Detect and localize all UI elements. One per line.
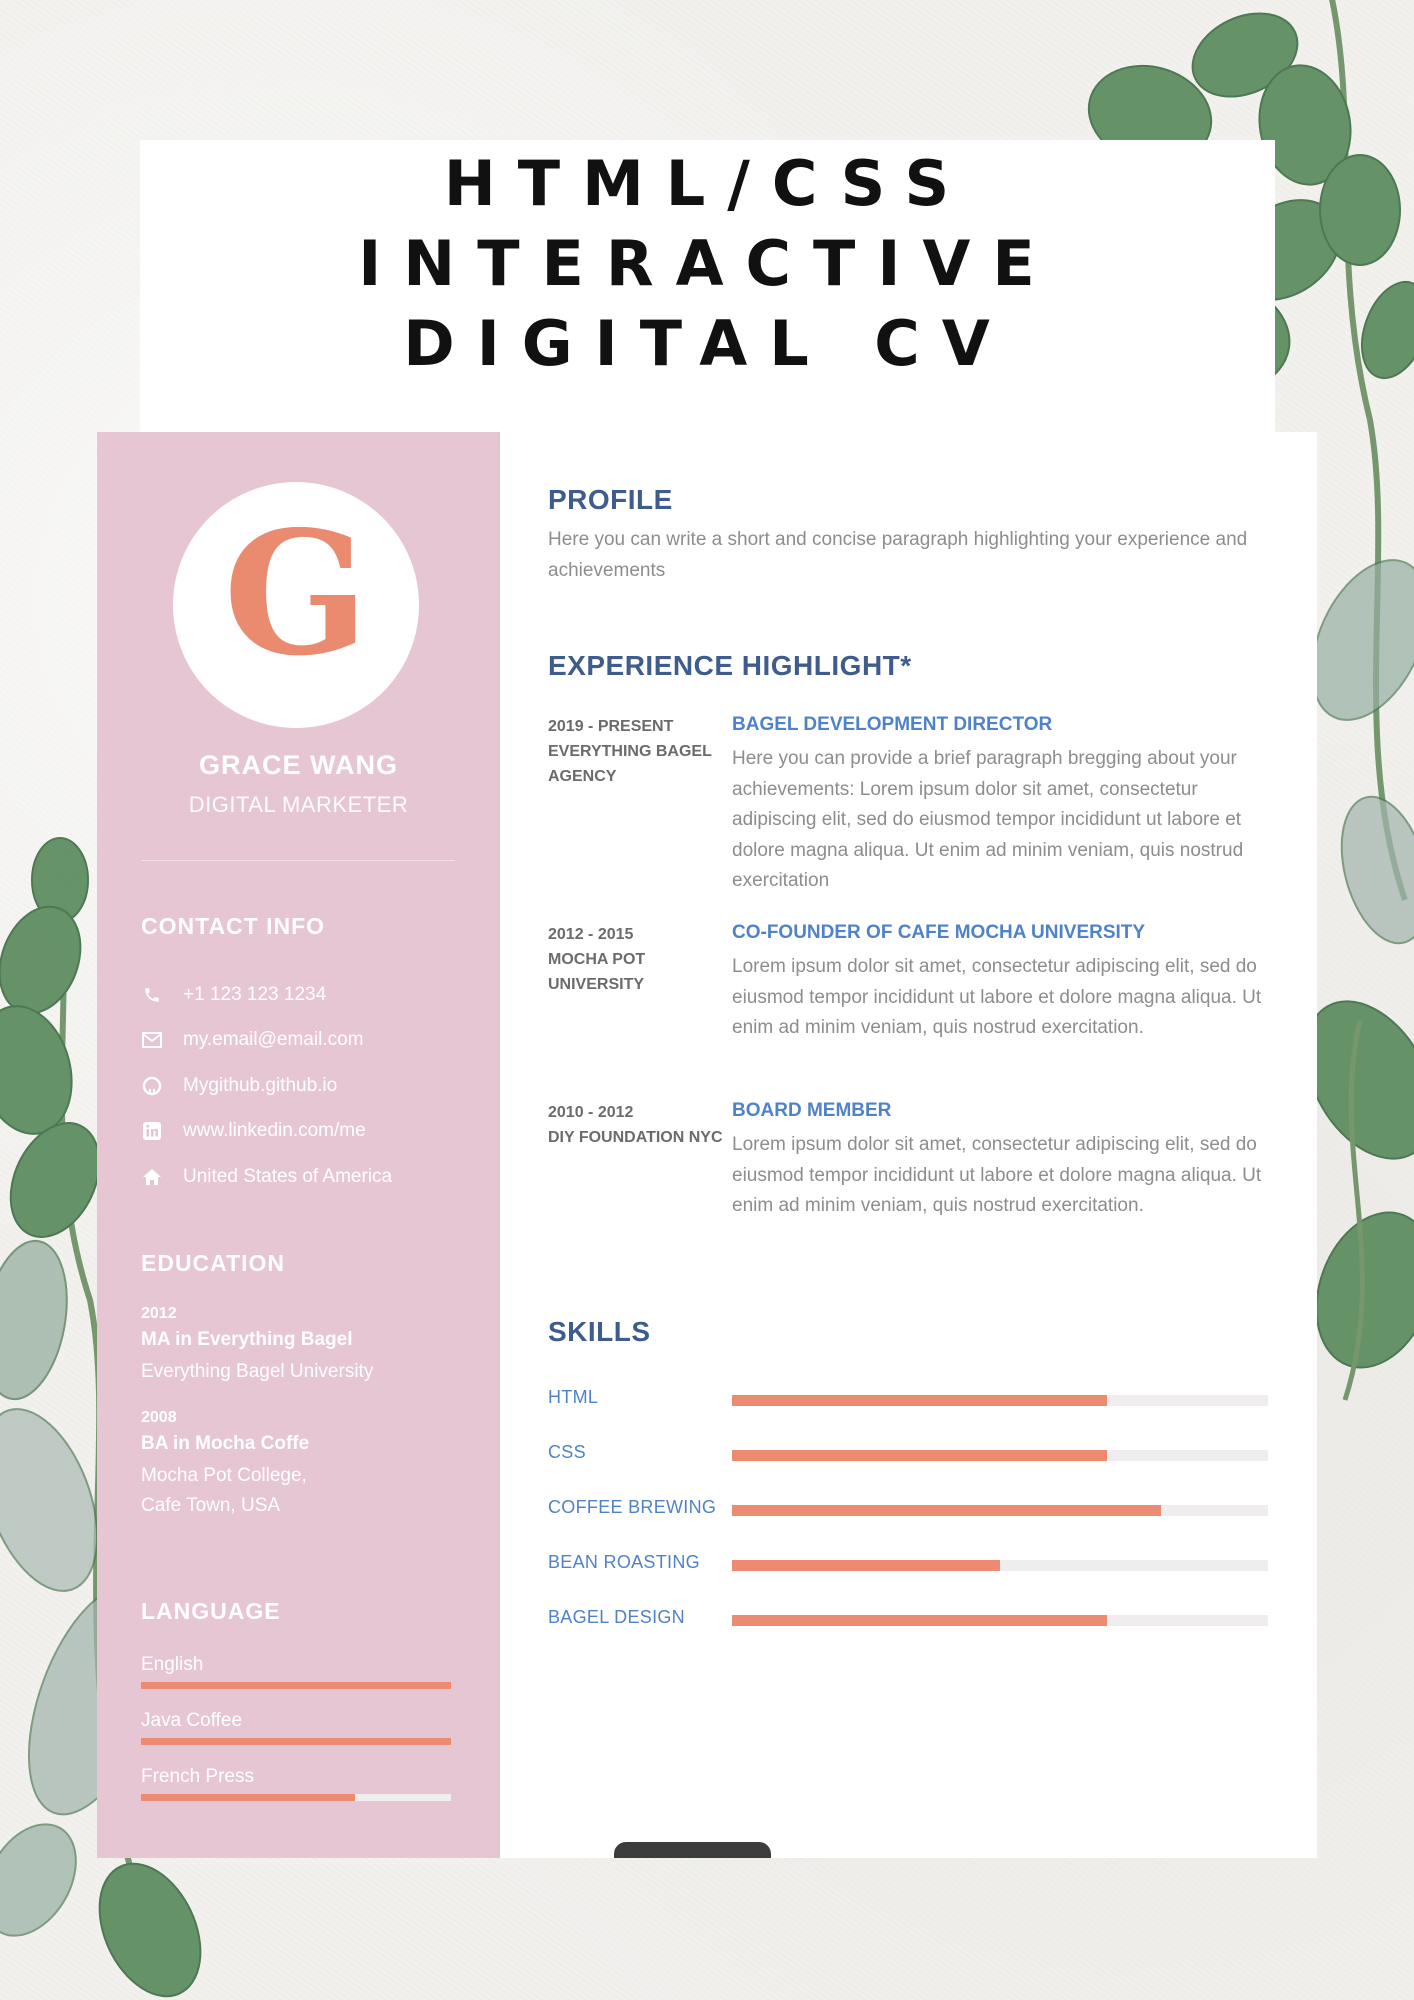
contact-list: +1 123 123 1234 my.email@email.com Mygit… <box>141 972 481 1200</box>
banner-title: HTML/CSS INTERACTIVE DIGITAL CV <box>140 140 1275 384</box>
education-heading: EDUCATION <box>141 1250 286 1276</box>
scroll-handle[interactable] <box>614 1842 771 1858</box>
contact-location[interactable]: United States of America <box>141 1154 481 1200</box>
contact-heading: CONTACT INFO <box>141 913 326 939</box>
language-level-bar <box>141 1794 451 1801</box>
experience-heading: EXPERIENCE HIGHLIGHT* <box>548 650 912 681</box>
skill-level-fill <box>732 1560 1000 1571</box>
resume-sheet: G GRACE WANG DIGITAL MARKETER CONTACT IN… <box>97 432 1317 1858</box>
skill-level-fill <box>732 1505 1161 1516</box>
language-item: Java Coffee <box>141 1710 451 1766</box>
skill-label: BEAN ROASTING <box>548 1552 700 1572</box>
education-item: 2012 MA in Everything Bagel Everything B… <box>141 1305 481 1387</box>
banner-title-line-2: INTERACTIVE <box>358 227 1057 300</box>
language-item: English <box>141 1654 451 1710</box>
experience-title: CO-FOUNDER OF CAFE MOCHA UNIVERSITY <box>732 922 1146 943</box>
contact-github-text: Mygithub.github.io <box>183 1074 338 1096</box>
skill-row: HTML <box>548 1387 1278 1417</box>
experience-date: 2012 - 2015 MOCHA POT UNIVERSITY <box>548 926 646 993</box>
contact-phone[interactable]: +1 123 123 1234 <box>141 972 481 1018</box>
experience-description: Lorem ipsum dolor sit amet, consectetur … <box>732 956 1262 1038</box>
experience-title: BOARD MEMBER <box>732 1100 892 1121</box>
skills-heading: SKILLS <box>548 1316 651 1347</box>
sidebar-divider <box>141 860 455 861</box>
monogram-letter: G <box>223 494 369 694</box>
skill-level-fill <box>732 1395 1108 1406</box>
education-degree: BA in Mocha Coffe <box>141 1433 310 1454</box>
monogram-avatar: G <box>173 482 419 728</box>
language-item: French Press <box>141 1766 451 1822</box>
contact-linkedin[interactable]: www.linkedin.com/me <box>141 1109 481 1155</box>
experience-date: 2019 - PRESENT EVERYTHING BAGEL AGENCY <box>548 718 712 785</box>
education-year: 2008 <box>141 1409 177 1426</box>
experience-description: Lorem ipsum dolor sit amet, consectetur … <box>732 1134 1262 1216</box>
skill-label: BAGEL DESIGN <box>548 1607 685 1627</box>
github-icon <box>141 1075 163 1097</box>
skill-label: CSS <box>548 1442 586 1462</box>
contact-email[interactable]: my.email@email.com <box>141 1018 481 1064</box>
language-level-fill <box>141 1794 355 1801</box>
language-level-fill <box>141 1738 451 1745</box>
home-icon <box>141 1166 163 1188</box>
skill-level-bar <box>732 1505 1268 1516</box>
profile-name: GRACE WANG <box>199 750 398 780</box>
skill-level-bar <box>732 1450 1268 1461</box>
contact-linkedin-text: www.linkedin.com/me <box>183 1120 366 1142</box>
envelope-icon <box>141 1029 163 1051</box>
language-level-bar <box>141 1738 451 1745</box>
skill-row: CSS <box>548 1442 1278 1472</box>
sidebar: G GRACE WANG DIGITAL MARKETER CONTACT IN… <box>97 432 500 1858</box>
skill-row: COFFEE BREWING <box>548 1497 1278 1527</box>
language-label: English <box>141 1654 204 1675</box>
banner-title-line-3: DIGITAL CV <box>403 307 1012 380</box>
skill-label: COFFEE BREWING <box>548 1497 717 1517</box>
education-year: 2012 <box>141 1305 177 1322</box>
contact-phone-text: +1 123 123 1234 <box>183 983 327 1005</box>
language-heading: LANGUAGE <box>141 1598 281 1624</box>
skill-level-fill <box>732 1450 1108 1461</box>
contact-location-text: United States of America <box>183 1165 393 1187</box>
experience-description: Here you can provide a brief paragraph b… <box>732 748 1244 891</box>
contact-github[interactable]: Mygithub.github.io <box>141 1063 481 1109</box>
education-school: Everything Bagel University <box>141 1361 374 1382</box>
experience-title: BAGEL DEVELOPMENT DIRECTOR <box>732 714 1053 735</box>
profile-role: DIGITAL MARKETER <box>188 792 409 817</box>
language-level-bar <box>141 1682 451 1689</box>
language-list: English Java Coffee French Press <box>141 1654 451 1822</box>
contact-email-text: my.email@email.com <box>183 1029 364 1051</box>
education-school: Mocha Pot College, Cafe Town, USA <box>141 1465 307 1516</box>
banner-title-line-1: HTML/CSS <box>443 147 972 220</box>
linkedin-icon <box>141 1120 163 1142</box>
profile-heading: PROFILE <box>548 484 673 515</box>
skill-level-fill <box>732 1615 1108 1626</box>
education-degree: MA in Everything Bagel <box>141 1329 353 1350</box>
profile-text: Here you can write a short and concise p… <box>548 529 1248 581</box>
education-item: 2008 BA in Mocha Coffe Mocha Pot College… <box>141 1409 481 1521</box>
experience-date: 2010 - 2012 DIY FOUNDATION NYC <box>548 1104 723 1146</box>
language-level-fill <box>141 1682 451 1689</box>
skill-label: HTML <box>548 1387 599 1407</box>
skill-level-bar <box>732 1560 1268 1571</box>
language-label: Java Coffee <box>141 1710 243 1731</box>
skill-row: BEAN ROASTING <box>548 1552 1278 1582</box>
phone-icon <box>141 984 163 1006</box>
skill-level-bar <box>732 1615 1268 1626</box>
language-label: French Press <box>141 1766 254 1787</box>
skill-row: BAGEL DESIGN <box>548 1607 1278 1637</box>
skill-level-bar <box>732 1395 1268 1406</box>
